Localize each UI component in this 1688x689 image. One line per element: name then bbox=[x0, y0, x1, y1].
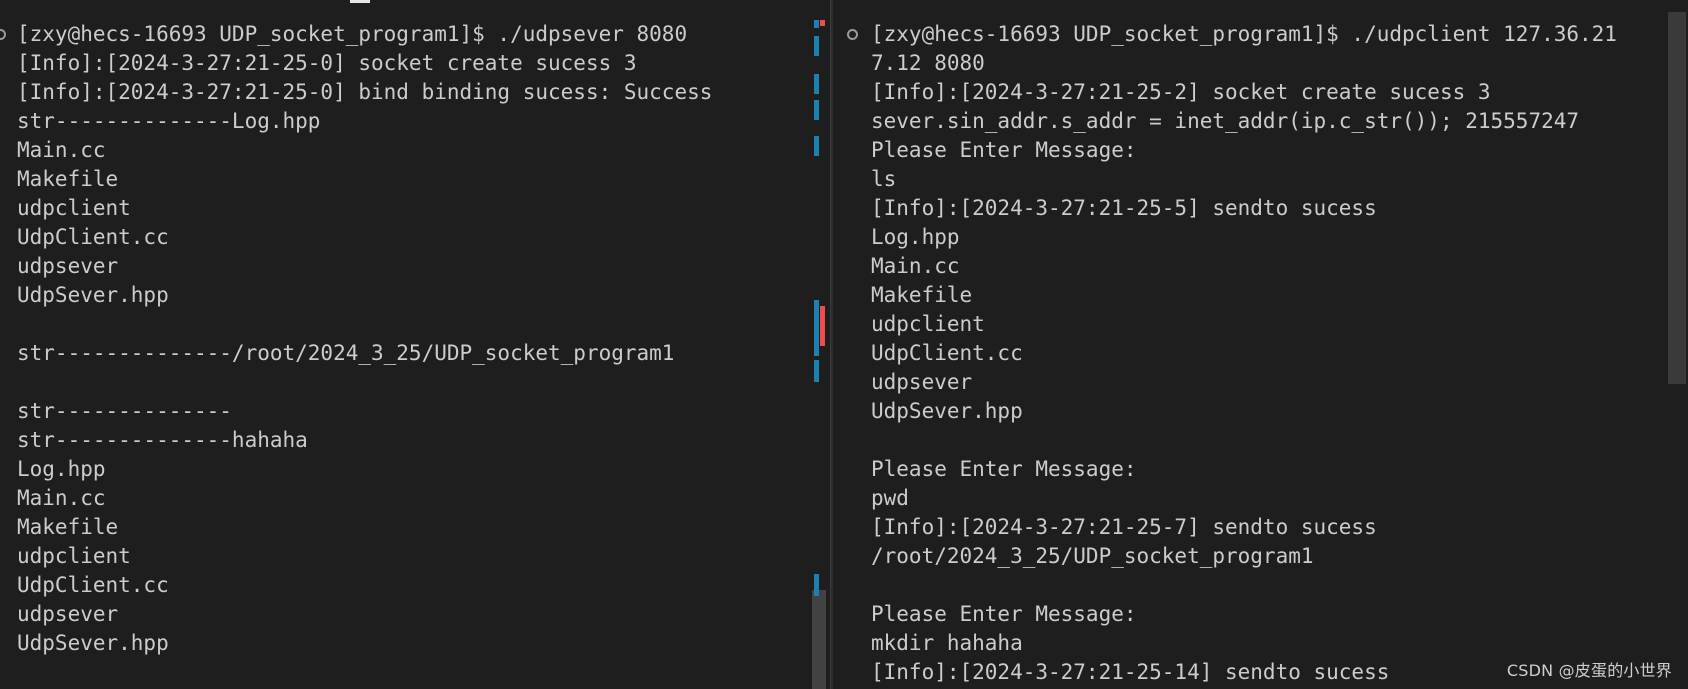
terminal-line: UdpSever.hpp bbox=[17, 631, 169, 655]
command-marker bbox=[814, 574, 819, 596]
overview-ruler[interactable] bbox=[812, 0, 826, 689]
command-decoration-icon[interactable] bbox=[0, 29, 6, 40]
command-marker bbox=[814, 300, 819, 356]
terminal-line: str--------------Log.hpp bbox=[17, 109, 321, 133]
terminal-line: UdpClient.cc bbox=[17, 573, 169, 597]
terminal-line: Please Enter Message: bbox=[871, 602, 1137, 626]
scrollbar-thumb[interactable] bbox=[812, 590, 826, 689]
terminal-line: [Info]:[2024-3-27:21-25-0] bind binding … bbox=[17, 80, 713, 104]
left-terminal-pane[interactable]: [zxy@hecs-16693 UDP_socket_program1]$ ./… bbox=[0, 0, 830, 689]
terminal-line: str-------------- bbox=[17, 399, 232, 423]
terminal-line: Log.hpp bbox=[17, 457, 106, 481]
terminal-line: [Info]:[2024-3-27:21-25-0] socket create… bbox=[17, 51, 637, 75]
vertical-scrollbar[interactable] bbox=[1666, 0, 1688, 689]
command-marker bbox=[814, 20, 819, 28]
terminal-line: Log.hpp bbox=[871, 225, 960, 249]
terminal-line: Makefile bbox=[17, 515, 119, 539]
command-decoration-icon[interactable] bbox=[847, 29, 858, 40]
terminal-line: udpsever bbox=[17, 254, 119, 278]
terminal-line: Main.cc bbox=[17, 138, 106, 162]
terminal-line: Main.cc bbox=[17, 486, 106, 510]
terminal-line: Makefile bbox=[871, 283, 973, 307]
terminal-line: udpsever bbox=[17, 602, 119, 626]
terminal-line: str--------------hahaha bbox=[17, 428, 308, 452]
command-marker bbox=[814, 100, 819, 120]
terminal-line: [Info]:[2024-3-27:21-25-5] sendto sucess bbox=[871, 196, 1377, 220]
terminal-line: sever.sin_addr.s_addr = inet_addr(ip.c_s… bbox=[871, 109, 1580, 133]
terminal-line: udpclient bbox=[871, 312, 985, 336]
terminal-line: Please Enter Message: bbox=[871, 457, 1137, 481]
command-marker bbox=[814, 74, 819, 94]
scrollbar-thumb[interactable] bbox=[1668, 12, 1686, 384]
terminal-line: [zxy@hecs-16693 UDP_socket_program1]$ ./… bbox=[17, 22, 688, 46]
terminal-line: UdpSever.hpp bbox=[871, 399, 1023, 423]
terminal-line: 7.12 8080 bbox=[871, 51, 985, 75]
terminal-line: [Info]:[2024-3-27:21-25-14] sendto suces… bbox=[871, 660, 1390, 684]
terminal-line: mkdir hahaha bbox=[871, 631, 1023, 655]
terminal-line: udpclient bbox=[17, 544, 131, 568]
terminal-line: UdpClient.cc bbox=[871, 341, 1023, 365]
watermark: CSDN @皮蛋的小世界 bbox=[1506, 661, 1672, 680]
terminal-line: udpsever bbox=[871, 370, 973, 394]
terminal-line: ls bbox=[871, 167, 897, 191]
terminal-line: UdpClient.cc bbox=[17, 225, 169, 249]
terminal-line: Please Enter Message: bbox=[871, 138, 1137, 162]
terminal-line: Main.cc bbox=[871, 254, 960, 278]
command-marker bbox=[814, 36, 819, 56]
terminal-line: str--------------/root/2024_3_25/UDP_soc… bbox=[17, 341, 675, 365]
right-terminal-pane[interactable]: [zxy@hecs-16693 UDP_socket_program1]$ ./… bbox=[833, 0, 1688, 689]
error-marker bbox=[820, 306, 825, 346]
terminal-line: [zxy@hecs-16693 UDP_socket_program1]$ ./… bbox=[871, 22, 1617, 46]
terminal-line: [Info]:[2024-3-27:21-25-2] socket create… bbox=[871, 80, 1491, 104]
terminal-line: udpclient bbox=[17, 196, 131, 220]
terminal-output: [zxy@hecs-16693 UDP_socket_program1]$ ./… bbox=[17, 20, 712, 687]
terminal-output: [zxy@hecs-16693 UDP_socket_program1]$ ./… bbox=[871, 20, 1617, 687]
terminal-line: Makefile bbox=[17, 167, 119, 191]
terminal-line: UdpSever.hpp bbox=[17, 283, 169, 307]
error-marker bbox=[820, 20, 825, 26]
active-tab-indicator bbox=[350, 0, 370, 3]
command-marker bbox=[814, 360, 819, 382]
terminal-line: pwd bbox=[871, 486, 909, 510]
command-marker bbox=[814, 136, 819, 156]
terminal-line: /root/2024_3_25/UDP_socket_program1 bbox=[871, 544, 1314, 568]
terminal-line: [Info]:[2024-3-27:21-25-7] sendto sucess bbox=[871, 515, 1377, 539]
